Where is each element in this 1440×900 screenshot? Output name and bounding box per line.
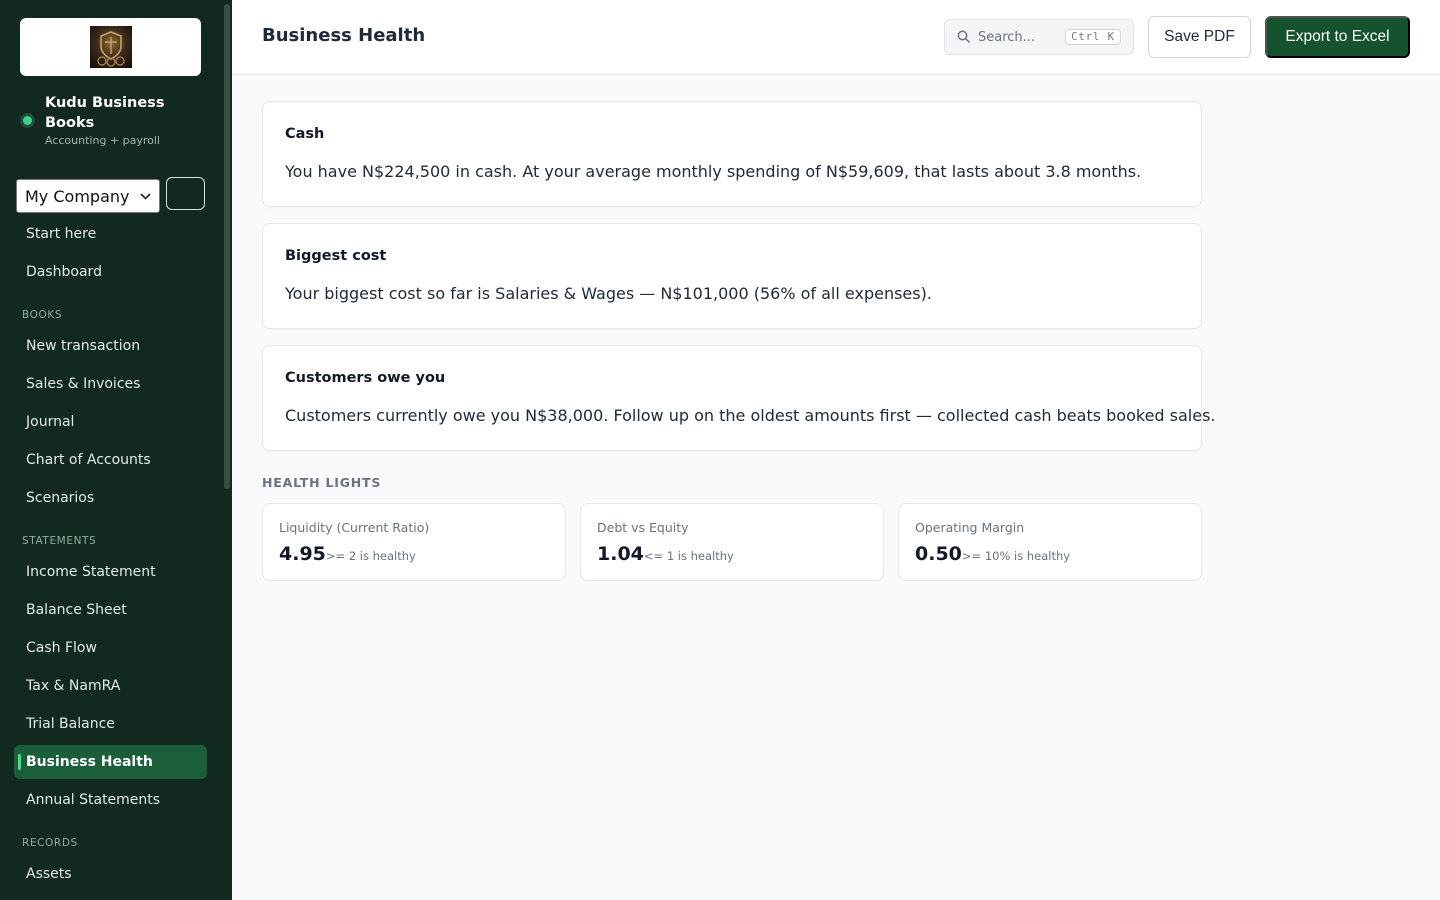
metric-hint: <= 1 is healthy	[643, 549, 734, 563]
nav-item-chart-of-accounts[interactable]: Chart of Accounts	[14, 443, 207, 477]
card-text: Customers currently owe you N$38,000. Fo…	[285, 406, 1216, 425]
page-title: Business Health	[262, 25, 426, 46]
health-lights-heading: HEALTH LIGHTS	[262, 475, 382, 490]
top-bar: Business Health Search... Ctrl K Save PD…	[232, 0, 1440, 75]
nav-item-dashboard[interactable]: Dashboard	[14, 255, 207, 289]
nav-item-cash-flow[interactable]: Cash Flow	[14, 631, 207, 665]
nav-item-label: Balance Sheet	[26, 602, 127, 618]
nav-item-label: Income Statement	[26, 564, 156, 580]
metric-hint: >= 2 is healthy	[325, 549, 416, 563]
card-title: Biggest cost	[285, 248, 387, 264]
metric-value: 0.50	[915, 543, 962, 565]
metric-label: Debt vs Equity	[597, 520, 689, 535]
company-select-value: My Company	[25, 186, 130, 206]
sidebar: Kudu Business Books Accounting + payroll…	[0, 0, 232, 900]
nav-item-label: Assets	[26, 866, 72, 882]
nav-item-label: Business Health	[26, 754, 153, 770]
metric-value: 1.04	[597, 543, 644, 565]
nav-item-income-statement[interactable]: Income Statement	[14, 555, 207, 589]
metric-label: Operating Margin	[915, 520, 1025, 535]
company-logo[interactable]	[20, 18, 201, 76]
health-light-liquidity: Liquidity (Current Ratio) 4.95 >= 2 is h…	[262, 503, 566, 581]
nav-item-label: Journal	[26, 414, 75, 430]
nav-item-start-here[interactable]: Start here	[14, 217, 207, 251]
insight-card-customers-owe: Customers owe you Customers currently ow…	[262, 345, 1216, 451]
search-placeholder: Search...	[978, 29, 1036, 45]
nav-item-business-health[interactable]: Business Health	[14, 745, 207, 779]
nav-item-trial-balance[interactable]: Trial Balance	[14, 707, 207, 741]
nav-item-label: Annual Statements	[26, 792, 161, 808]
card-title: Customers owe you	[285, 370, 446, 386]
insight-card-cash: Cash You have N$224,500 in cash. At your…	[262, 101, 1202, 207]
card-text: You have N$224,500 in cash. At your aver…	[285, 162, 1142, 181]
card-text: Your biggest cost so far is Salaries & W…	[285, 284, 932, 303]
nav-item-new-transaction[interactable]: New transaction	[14, 329, 207, 363]
company-settings-button[interactable]	[166, 177, 205, 210]
chevron-down-icon	[140, 190, 151, 203]
nav-item-label: Sales & Invoices	[26, 376, 141, 392]
search-icon	[957, 28, 970, 47]
company-select[interactable]: My Company	[16, 179, 160, 213]
nav-item-annual-statements[interactable]: Annual Statements	[14, 783, 207, 817]
nav-item-label: Cash Flow	[26, 640, 97, 656]
card-title: Cash	[285, 126, 325, 142]
metric-hint: >= 10% is healthy	[961, 549, 1071, 563]
health-light-operating-margin: Operating Margin 0.50 >= 10% is healthy	[898, 503, 1202, 581]
sidebar-scrollbar[interactable]	[224, 4, 230, 489]
nav-item-label: New transaction	[26, 338, 141, 354]
nav-item-scenarios[interactable]: Scenarios	[14, 481, 207, 515]
health-light-debt-equity: Debt vs Equity 1.04 <= 1 is healthy	[580, 503, 884, 581]
search-shortcut-badge: Ctrl K	[1065, 29, 1121, 45]
nav-section-statements: STATEMENTS	[22, 535, 97, 547]
export-excel-button[interactable]: Export to Excel	[1265, 16, 1410, 58]
save-pdf-button[interactable]: Save PDF	[1148, 16, 1251, 58]
nav-item-label: Dashboard	[26, 264, 102, 280]
nav-item-label: Chart of Accounts	[26, 452, 151, 468]
nav-item-sales-invoices[interactable]: Sales & Invoices	[14, 367, 207, 401]
status-dot-icon	[20, 113, 35, 128]
metric-label: Liquidity (Current Ratio)	[279, 520, 430, 535]
nav-section-books: BOOKS	[22, 309, 63, 321]
search-input[interactable]: Search... Ctrl K	[944, 19, 1134, 55]
nav-item-label: Trial Balance	[26, 716, 115, 732]
nav-item-label: Tax & NamRA	[26, 678, 121, 694]
insight-card-biggest-cost: Biggest cost Your biggest cost so far is…	[262, 223, 1202, 329]
nav-item-balance-sheet[interactable]: Balance Sheet	[14, 593, 207, 627]
logo-image	[89, 26, 132, 68]
metric-value: 4.95	[279, 543, 326, 565]
app-name: Kudu Business Books	[45, 95, 165, 131]
nav-item-journal[interactable]: Journal	[14, 405, 207, 439]
nav-section-records: RECORDS	[22, 837, 78, 849]
nav-item-tax-namra[interactable]: Tax & NamRA	[14, 669, 207, 703]
nav-item-label: Start here	[26, 226, 97, 242]
app-subtitle: Accounting + payroll	[45, 134, 160, 147]
nav-item-label: Scenarios	[26, 490, 95, 506]
nav-item-assets[interactable]: Assets	[14, 857, 207, 891]
